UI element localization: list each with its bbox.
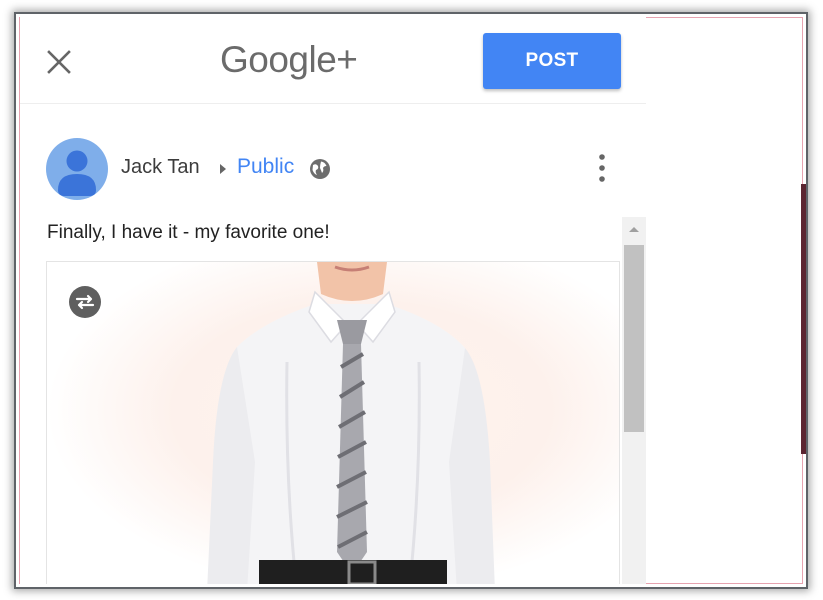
person-avatar-icon[interactable]: [46, 138, 108, 200]
background-edge: [801, 184, 806, 454]
chevron-right-icon: [220, 164, 226, 174]
audience-selector[interactable]: Public: [237, 155, 294, 179]
swap-arrows-icon[interactable]: [69, 286, 101, 318]
author-name: Jack Tan: [121, 156, 200, 178]
share-dialog: Google+ POST Jack Tan Public Finally, I …: [20, 17, 646, 584]
app-logo: Google+: [220, 39, 358, 80]
scroll-up-icon[interactable]: [628, 225, 640, 233]
photo-shirt-and-tie: [47, 262, 619, 584]
vertical-scrollbar[interactable]: [622, 217, 646, 584]
scroll-thumb[interactable]: [624, 245, 644, 432]
close-icon[interactable]: [44, 47, 74, 77]
more-vertical-icon[interactable]: [594, 152, 610, 184]
author-row: Jack Tan Public: [46, 138, 626, 200]
post-text[interactable]: Finally, I have it - my favorite one!: [47, 222, 330, 244]
window-frame: Google+ POST Jack Tan Public Finally, I …: [14, 12, 808, 589]
attached-photo: [46, 261, 620, 584]
dialog-header: Google+ POST: [20, 17, 646, 104]
globe-icon[interactable]: [309, 158, 331, 180]
post-button[interactable]: POST: [483, 33, 621, 89]
